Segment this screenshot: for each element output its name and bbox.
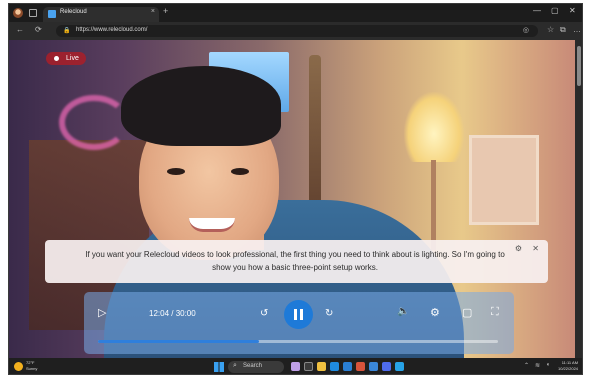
scrollbar-thumb[interactable] <box>577 46 581 86</box>
neon-sign <box>59 95 129 150</box>
speaker-icon[interactable]: ◖ <box>546 362 550 368</box>
task-view-icon[interactable] <box>304 362 313 371</box>
play-button[interactable]: ▷ <box>98 306 106 319</box>
back-button[interactable]: ← <box>16 25 24 34</box>
teams-icon[interactable] <box>382 362 391 371</box>
file-explorer-icon[interactable] <box>317 362 326 371</box>
live-dot-icon <box>54 56 59 61</box>
tab-title: Relecloud <box>60 9 87 15</box>
relecloud-favicon-icon <box>48 10 56 18</box>
clock-date: 10/22/2024 <box>558 366 579 371</box>
tab-actions-icon[interactable] <box>29 9 37 17</box>
theater-mode-button[interactable]: ▢ <box>462 306 472 319</box>
address-bar: ← ⟳ 🔒 https://www.relecloud.com/ ◎ ☆ ⧉ … <box>9 22 582 40</box>
volume-button[interactable]: 🔈 <box>397 306 409 317</box>
start-button[interactable] <box>214 362 224 372</box>
forward-10-button[interactable]: ↻ <box>325 308 333 319</box>
search-label: Search <box>243 363 263 369</box>
tray-chevron-icon[interactable]: ⌃ <box>524 362 529 369</box>
office-icon[interactable] <box>356 362 365 371</box>
reading-view-icon[interactable]: ◎ <box>523 26 529 34</box>
presenter-smile <box>189 218 235 232</box>
minimize-button[interactable]: — <box>533 6 541 15</box>
new-tab-button[interactable]: + <box>163 6 168 16</box>
weather-widget[interactable]: 72°F Sunny <box>26 360 37 372</box>
search-icon: ⌕ <box>233 362 237 369</box>
maximize-button[interactable]: ▢ <box>551 6 559 15</box>
more-menu-icon[interactable]: … <box>573 25 581 34</box>
live-badge: Live <box>46 52 86 65</box>
page-scrollbar[interactable] <box>575 40 582 358</box>
caption-settings-icon[interactable]: ⚙ <box>515 244 522 253</box>
progress-fill <box>98 340 259 343</box>
close-window-button[interactable]: ✕ <box>569 6 576 15</box>
sun-icon[interactable] <box>14 362 23 371</box>
tab-close-icon[interactable]: × <box>151 8 155 15</box>
system-clock[interactable]: 11:11 AM 10/22/2024 <box>558 360 578 372</box>
favorites-icon[interactable]: ☆ <box>547 25 554 34</box>
wifi-icon[interactable]: ≋ <box>535 362 540 369</box>
playback-time: 12:04 / 30:00 <box>149 309 196 318</box>
pause-button[interactable] <box>284 300 313 329</box>
presenter-hair <box>121 66 281 146</box>
weather-condition: Sunny <box>26 366 38 371</box>
caption-box: If you want your Relecloud videos to loo… <box>45 240 548 283</box>
url-field[interactable]: 🔒 https://www.relecloud.com/ ◎ <box>56 25 538 37</box>
taskbar-search[interactable]: ⌕ Search <box>228 361 284 373</box>
fullscreen-button[interactable]: ⛶ <box>491 306 499 319</box>
refresh-button[interactable]: ⟳ <box>35 25 42 34</box>
tab-bar: Relecloud × + — ▢ ✕ <box>9 4 582 22</box>
mail-icon[interactable] <box>369 362 378 371</box>
player-settings-button[interactable]: ⚙ <box>430 306 440 319</box>
profile-avatar[interactable] <box>13 8 23 18</box>
live-label: Live <box>66 55 79 62</box>
store-icon[interactable] <box>343 362 352 371</box>
windows-taskbar: 72°F Sunny ⌕ Search ⌃ ≋ ◖ 11:11 AM 10/22… <box>9 358 582 374</box>
rewind-10-button[interactable]: ↺ <box>260 308 268 319</box>
tab-relecloud[interactable]: Relecloud × <box>43 7 159 22</box>
edge-icon[interactable] <box>330 362 339 371</box>
browser-app-icon[interactable] <box>395 362 404 371</box>
video-player-controls: ▷ 12:04 / 30:00 ↺ ↻ 🔈 ⚙ ▢ ⛶ <box>84 292 514 354</box>
lock-icon[interactable]: 🔒 <box>63 27 70 34</box>
copilot-icon[interactable] <box>291 362 300 371</box>
collections-icon[interactable]: ⧉ <box>560 25 566 35</box>
video-viewport[interactable]: Live If you want your Relecloud videos t… <box>9 40 575 358</box>
lamp-stem <box>431 160 436 250</box>
wall-picture <box>469 135 539 225</box>
url-text: https://www.relecloud.com/ <box>76 27 148 33</box>
presenter-eye <box>231 168 249 175</box>
caption-close-icon[interactable]: ✕ <box>532 244 539 253</box>
progress-track[interactable] <box>98 340 498 343</box>
background-lamp <box>404 92 464 162</box>
browser-window: Relecloud × + — ▢ ✕ ← ⟳ 🔒 https://www.re… <box>8 3 583 375</box>
presenter-eye <box>167 168 185 175</box>
pause-icon <box>294 309 303 320</box>
caption-text: If you want your Relecloud videos to loo… <box>85 250 505 272</box>
